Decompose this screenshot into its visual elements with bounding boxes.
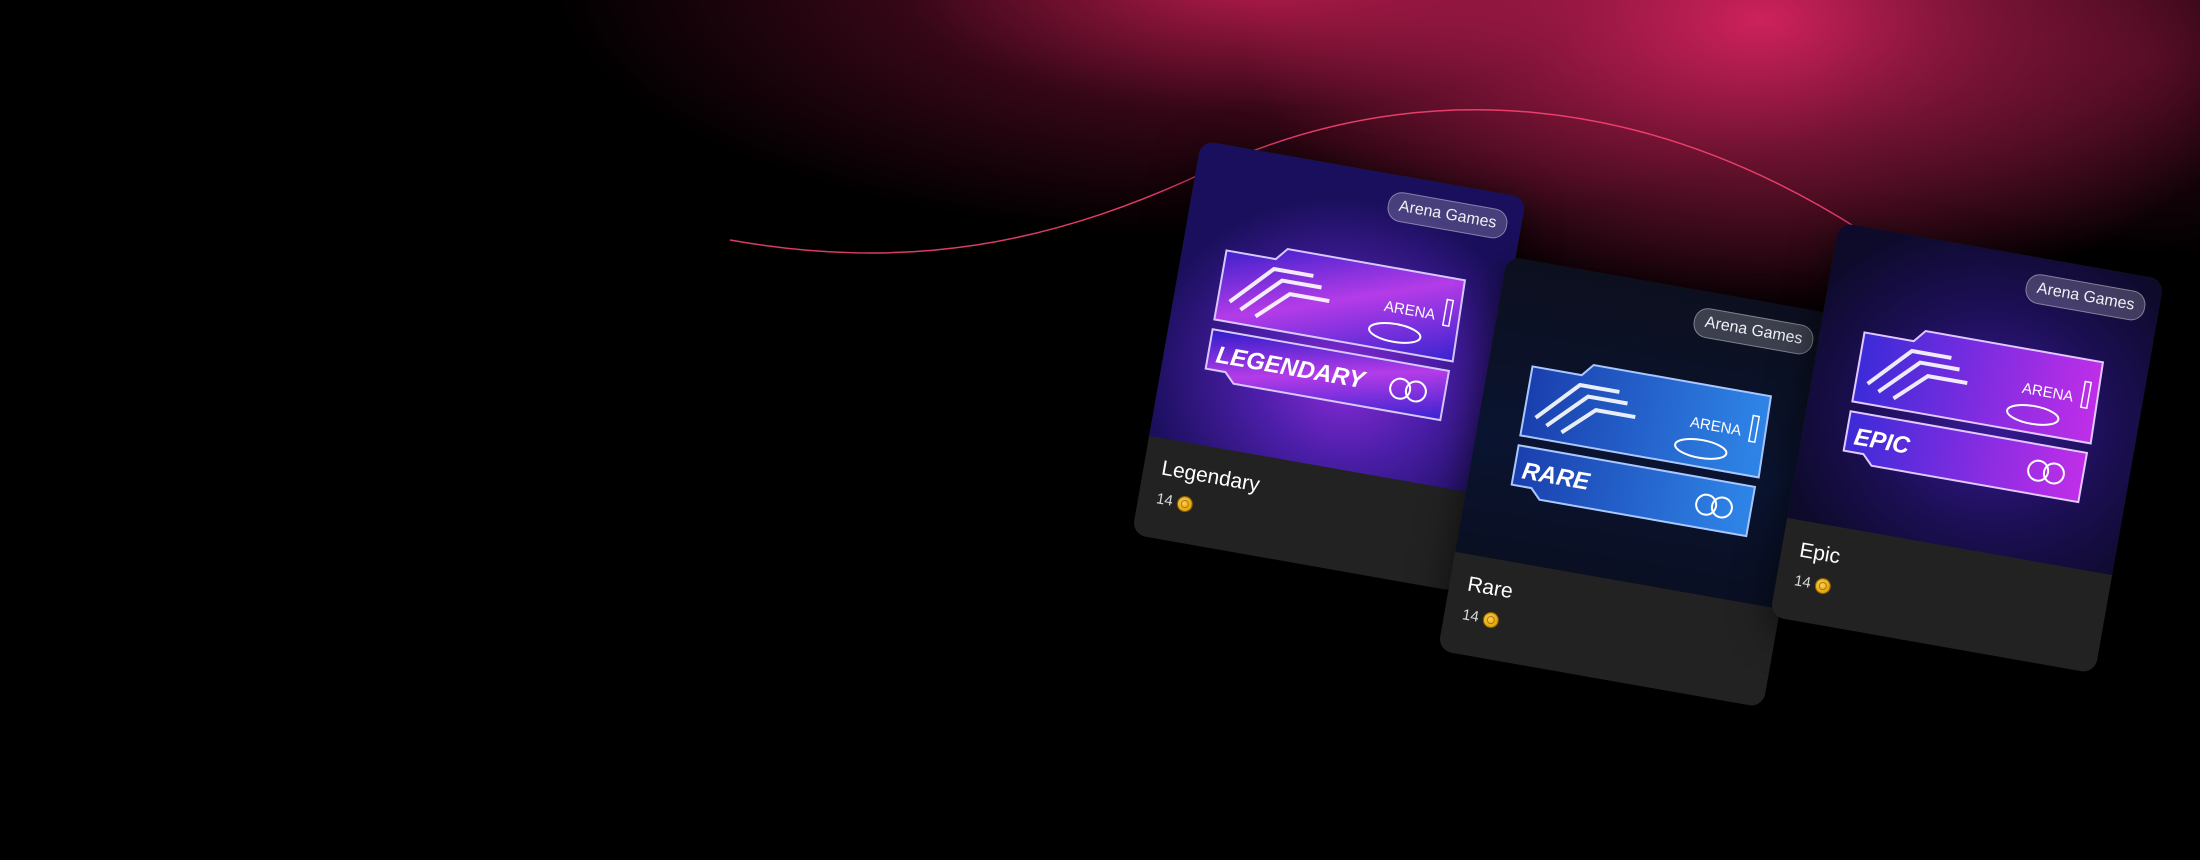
nft-card-rare[interactable]: Arena Games ARENA RARE Rare 14 [1437, 256, 1833, 708]
coin-icon [1175, 494, 1194, 513]
nft-card-epic[interactable]: Arena Games ARENA EPIC Epic 14 [1769, 222, 2165, 674]
price-value: 14 [1460, 606, 1481, 626]
card-artwork: Arena Games ARENA RARE [1455, 256, 1833, 610]
card-artwork: Arena Games ARENA EPIC [1787, 222, 2165, 576]
card-price: 14 [1155, 490, 1194, 513]
collection-badge[interactable]: Arena Games [2023, 272, 2148, 323]
card-price: 14 [1793, 572, 1832, 595]
ticket-artwork: ARENA EPIC [1842, 329, 2105, 504]
price-value: 14 [1154, 490, 1175, 510]
ticket-artwork: ARENA LEGENDARY [1204, 247, 1467, 422]
price-value: 14 [1792, 572, 1813, 592]
ticket-artwork: ARENA RARE [1510, 363, 1773, 538]
collection-badge[interactable]: Arena Games [1691, 306, 1816, 357]
card-artwork: Arena Games ARENA LEGENDARY [1149, 140, 1527, 494]
collection-badge[interactable]: Arena Games [1385, 190, 1510, 241]
coin-icon [1813, 576, 1832, 595]
coin-icon [1481, 610, 1500, 629]
card-title: Rare [1465, 572, 1515, 604]
card-title: Epic [1797, 538, 1842, 569]
card-price: 14 [1461, 606, 1500, 629]
card-title: Legendary [1159, 456, 1262, 497]
